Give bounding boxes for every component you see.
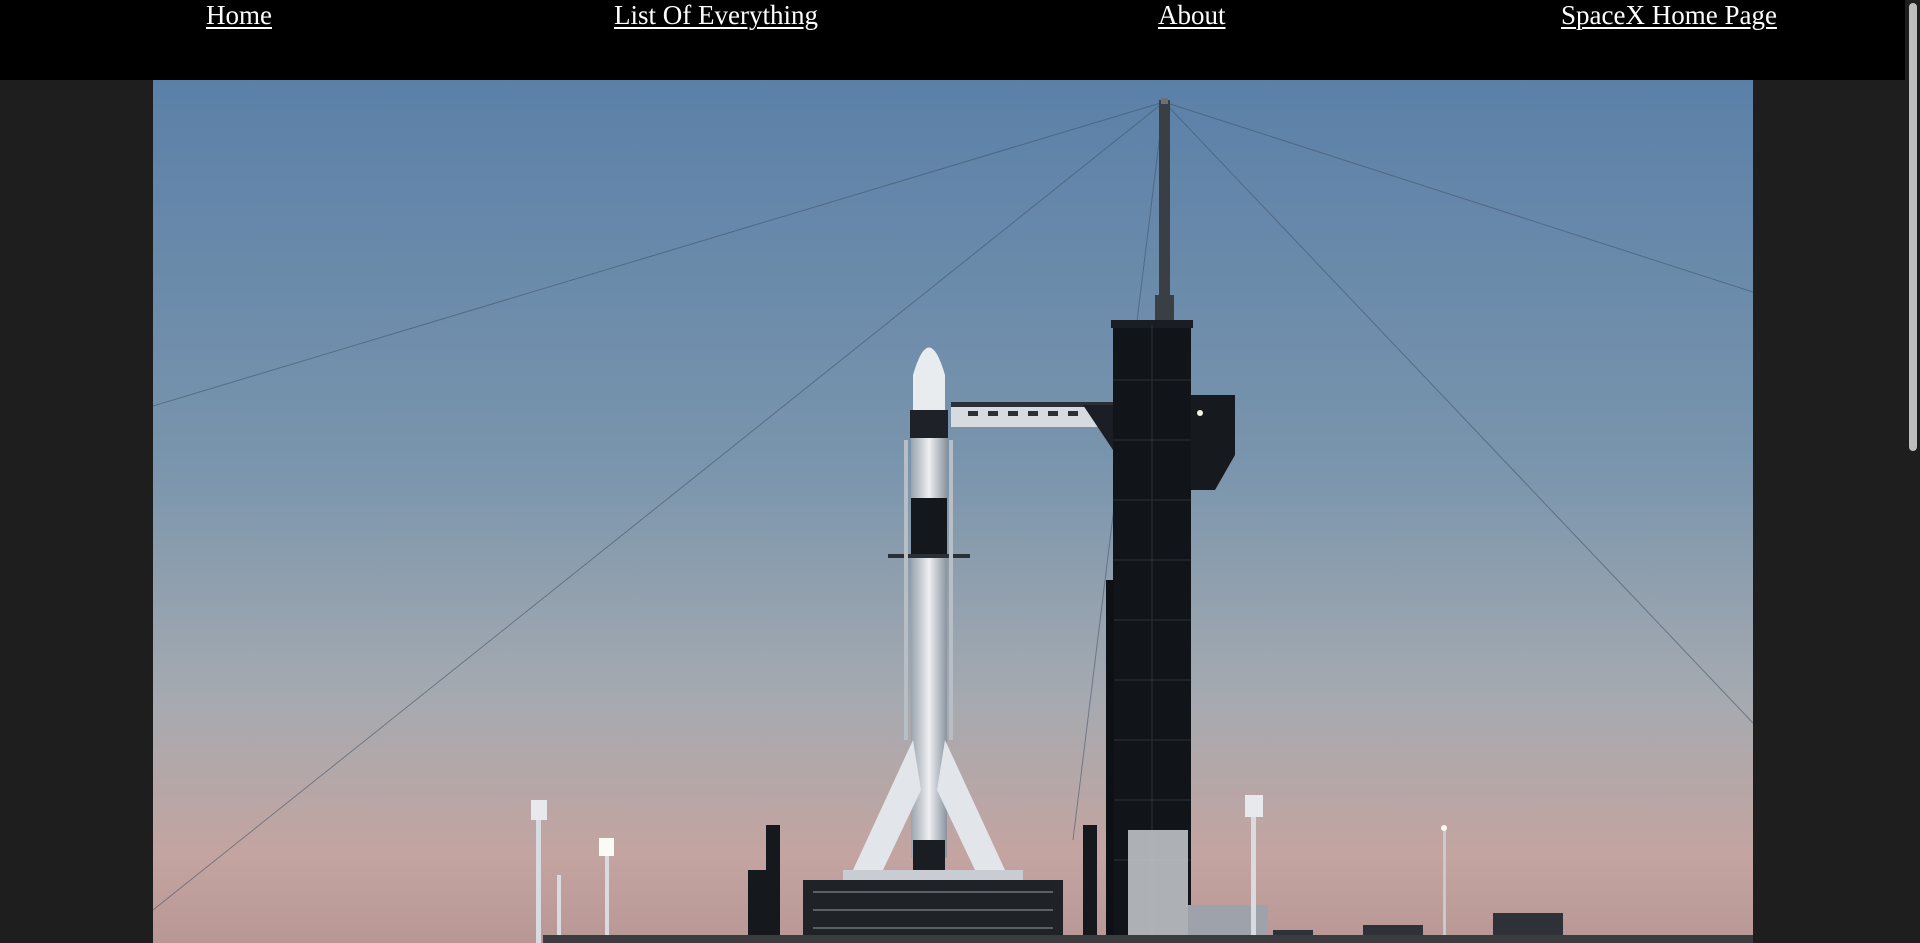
page: Home List Of Everything About SpaceX Hom… (0, 0, 1920, 943)
vertical-scrollbar[interactable] (1905, 0, 1920, 943)
hero-image (153, 80, 1753, 943)
nav-link-home[interactable]: Home (206, 0, 272, 30)
rocket-launch-pad-image (153, 80, 1753, 943)
scrollbar-thumb[interactable] (1909, 3, 1917, 451)
top-navigation-bar: Home List Of Everything About SpaceX Hom… (0, 0, 1905, 80)
nav-link-spacex-home-page[interactable]: SpaceX Home Page (1561, 0, 1777, 30)
nav-link-list-of-everything[interactable]: List Of Everything (614, 0, 818, 30)
nav-link-about[interactable]: About (1158, 0, 1226, 30)
